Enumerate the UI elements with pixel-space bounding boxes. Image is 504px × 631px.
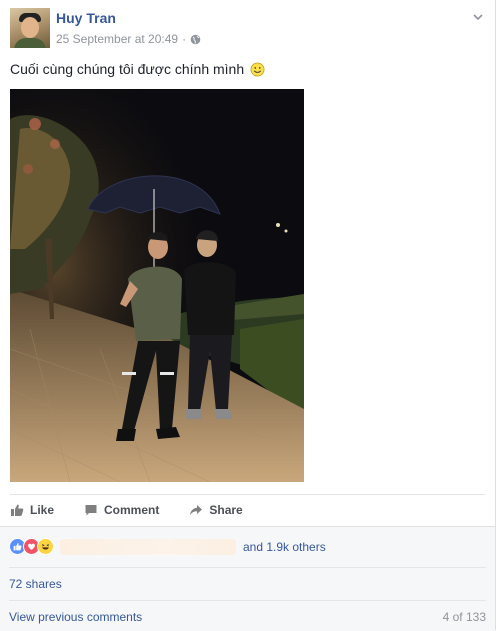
like-label: Like bbox=[30, 503, 55, 517]
globe-icon[interactable] bbox=[190, 34, 201, 45]
post-footer: and 1.9k others 72 shares View previous … bbox=[0, 526, 495, 631]
action-bar: Like Comment Share bbox=[10, 500, 273, 520]
avatar[interactable] bbox=[10, 8, 50, 48]
comment-label: Comment bbox=[104, 503, 160, 517]
post-header: Huy Tran 25 September at 20:49 · bbox=[10, 8, 485, 48]
action-divider bbox=[10, 494, 485, 495]
post-card: Huy Tran 25 September at 20:49 · Cuối cù… bbox=[0, 0, 496, 631]
like-button[interactable]: Like bbox=[10, 500, 54, 520]
caption-text: Cuối cùng chúng tôi được chính mình bbox=[10, 61, 245, 77]
speech-bubble-icon bbox=[84, 503, 98, 517]
footer-divider bbox=[9, 567, 486, 568]
reaction-others-link[interactable]: and 1.9k others bbox=[243, 540, 326, 554]
share-arrow-icon bbox=[189, 503, 203, 517]
share-button[interactable]: Share bbox=[189, 500, 243, 520]
post-meta: 25 September at 20:49 · bbox=[56, 32, 201, 46]
thumbs-up-icon bbox=[10, 503, 24, 517]
timestamp[interactable]: 25 September at 20:49 bbox=[56, 32, 178, 46]
comment-count: 4 of 133 bbox=[442, 610, 486, 624]
footer-divider bbox=[9, 600, 486, 601]
shares-link[interactable]: 72 shares bbox=[9, 577, 62, 591]
comment-button[interactable]: Comment bbox=[84, 500, 159, 520]
share-label: Share bbox=[209, 503, 243, 517]
meta-separator: · bbox=[182, 32, 187, 46]
author-name[interactable]: Huy Tran bbox=[56, 10, 116, 26]
smile-emoji-icon bbox=[250, 62, 265, 80]
post-caption: Cuối cùng chúng tôi được chính mình bbox=[10, 61, 265, 80]
redacted-reactor-names bbox=[60, 539, 236, 555]
reaction-icons[interactable] bbox=[9, 538, 54, 555]
view-previous-comments-link[interactable]: View previous comments bbox=[9, 610, 142, 624]
chevron-down-icon[interactable] bbox=[471, 10, 485, 24]
haha-icon bbox=[37, 538, 54, 555]
post-photo[interactable] bbox=[10, 89, 304, 482]
